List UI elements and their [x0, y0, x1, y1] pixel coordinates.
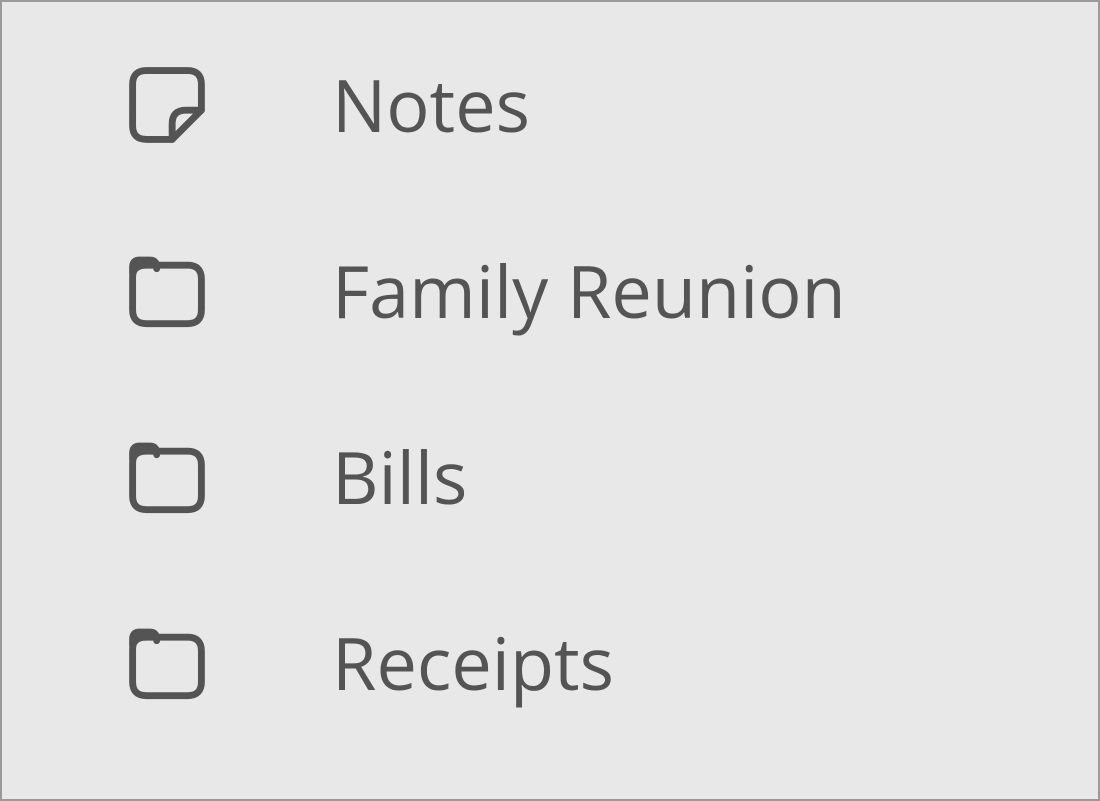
- sidebar-item-receipts[interactable]: Receipts: [122, 620, 1098, 706]
- note-icon: [122, 62, 212, 148]
- folder-icon: [122, 248, 212, 334]
- folder-icon: [122, 434, 212, 520]
- sidebar-item-label: Receipts: [332, 627, 614, 699]
- sidebar-item-label: Bills: [332, 441, 467, 513]
- folder-icon: [122, 620, 212, 706]
- sidebar-list: Notes Family Reunion Bills Receipts: [122, 62, 1098, 706]
- sidebar-item-notes[interactable]: Notes: [122, 62, 1098, 148]
- sidebar-item-label: Family Reunion: [332, 255, 846, 327]
- sidebar-item-bills[interactable]: Bills: [122, 434, 1098, 520]
- sidebar-item-family-reunion[interactable]: Family Reunion: [122, 248, 1098, 334]
- sidebar-item-label: Notes: [332, 69, 530, 141]
